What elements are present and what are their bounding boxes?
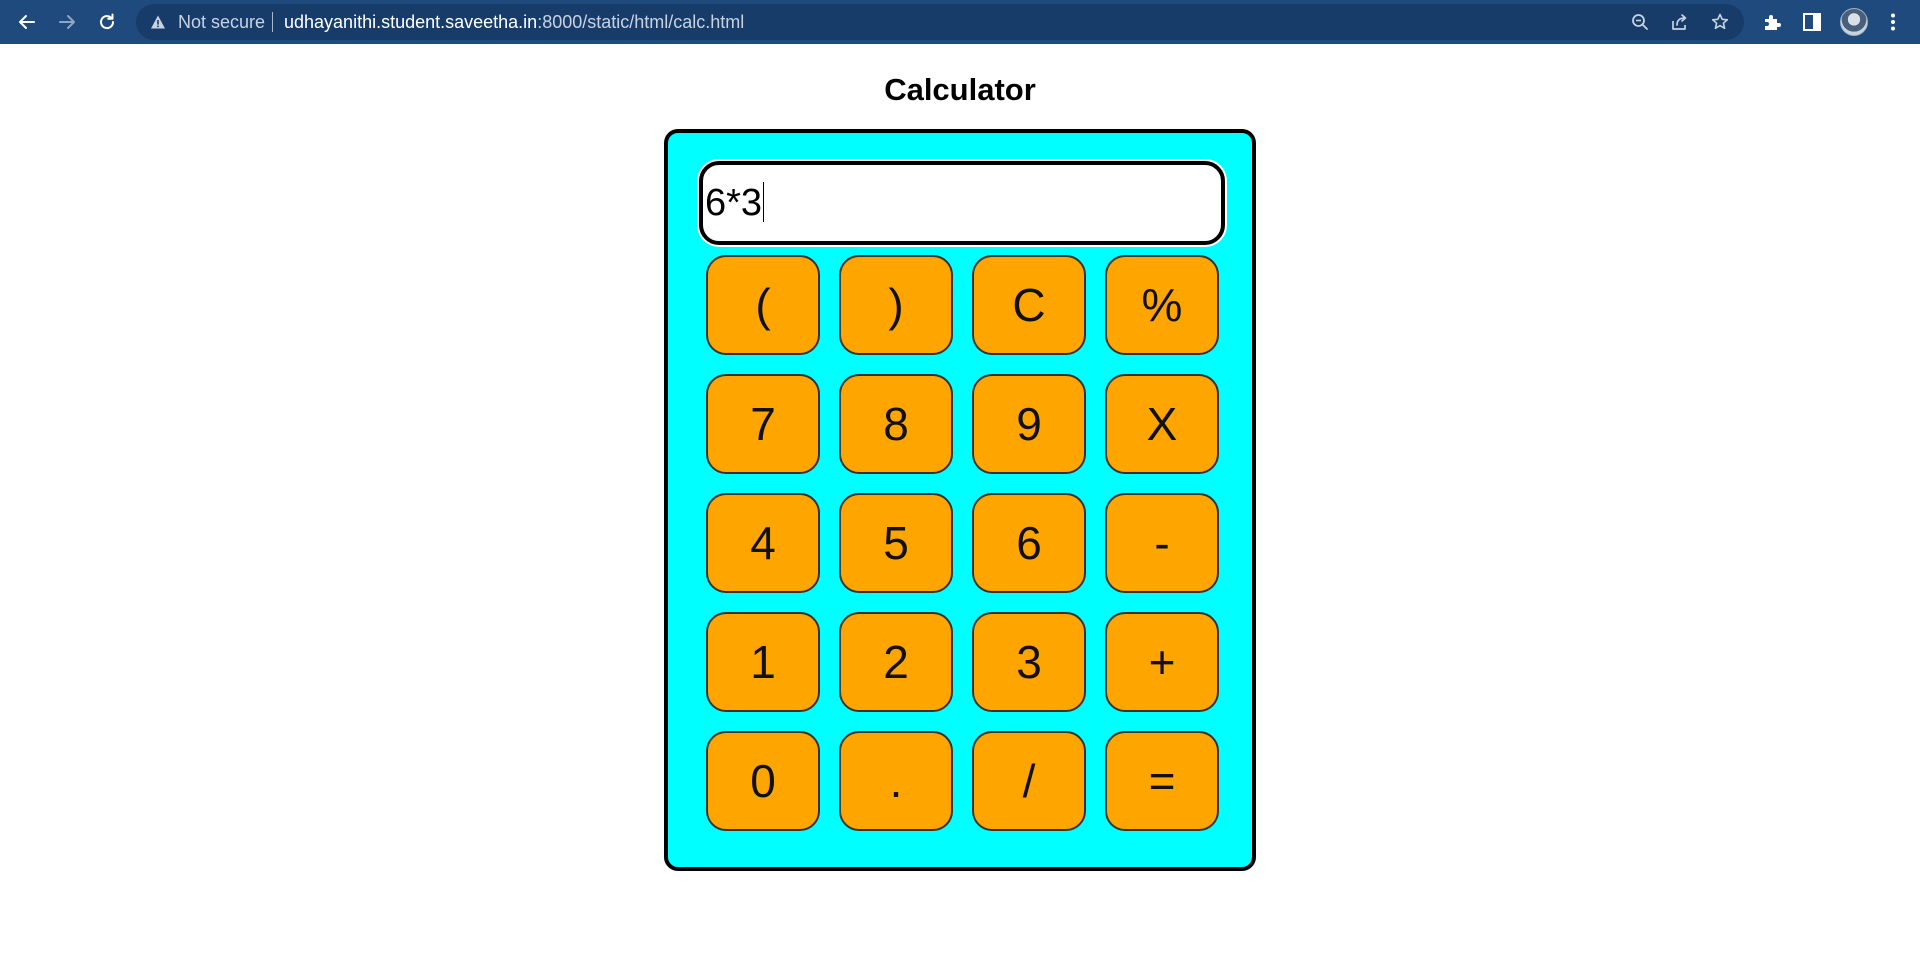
calculator-display[interactable]: 6*3	[699, 161, 1225, 245]
digit-2-button[interactable]: 2	[839, 612, 953, 712]
back-button[interactable]	[12, 7, 42, 37]
digit-6-button[interactable]: 6	[972, 493, 1086, 593]
percent-button[interactable]: %	[1105, 255, 1219, 355]
side-panel-icon[interactable]	[1801, 11, 1823, 33]
digit-7-button[interactable]: 7	[706, 374, 820, 474]
clear-button[interactable]: C	[972, 255, 1086, 355]
url-divider	[272, 12, 273, 32]
arrow-left-icon	[19, 15, 35, 29]
share-icon[interactable]	[1670, 12, 1690, 32]
text-caret	[763, 182, 765, 222]
reload-icon	[100, 13, 115, 30]
warning-icon	[151, 15, 165, 29]
url-path: :8000/static/html/calc.html	[537, 12, 745, 32]
decimal-button[interactable]: .	[839, 731, 953, 831]
open-paren-button[interactable]: (	[706, 255, 820, 355]
multiply-button[interactable]: X	[1105, 374, 1219, 474]
zoom-icon[interactable]	[1630, 12, 1650, 32]
equals-button[interactable]: =	[1105, 731, 1219, 831]
divide-button[interactable]: /	[972, 731, 1086, 831]
forward-button[interactable]	[52, 7, 82, 37]
digit-1-button[interactable]: 1	[706, 612, 820, 712]
minus-button[interactable]: -	[1105, 493, 1219, 593]
more-menu-icon[interactable]	[1882, 11, 1904, 33]
digit-0-button[interactable]: 0	[706, 731, 820, 831]
page-title: Calculator	[884, 72, 1036, 107]
digit-5-button[interactable]: 5	[839, 493, 953, 593]
url-text[interactable]: udhayanithi.student.saveetha.in:8000/sta…	[284, 13, 744, 31]
address-bar[interactable]: Not secure udhayanithi.student.saveetha.…	[136, 4, 1744, 40]
extensions-icon[interactable]	[1761, 11, 1783, 33]
arrow-right-icon	[59, 15, 75, 29]
digit-3-button[interactable]: 3	[972, 612, 1086, 712]
url-host: udhayanithi.student.saveetha.in	[284, 12, 538, 32]
digit-4-button[interactable]: 4	[706, 493, 820, 593]
security-label[interactable]: Not secure	[178, 13, 265, 31]
reload-button[interactable]	[92, 7, 122, 37]
profile-avatar[interactable]	[1840, 8, 1868, 36]
display-value: 6*3	[705, 182, 763, 224]
digit-9-button[interactable]: 9	[972, 374, 1086, 474]
close-paren-button[interactable]: )	[839, 255, 953, 355]
calculator-body: 6*3 () C% 7 8 9 X 4 5 6- 1 2 3 +0. / =	[664, 129, 1256, 871]
browser-toolbar: Not secure udhayanithi.student.saveetha.…	[0, 0, 1920, 44]
star-icon[interactable]	[1710, 12, 1730, 32]
digit-8-button[interactable]: 8	[839, 374, 953, 474]
plus-button[interactable]: +	[1105, 612, 1219, 712]
